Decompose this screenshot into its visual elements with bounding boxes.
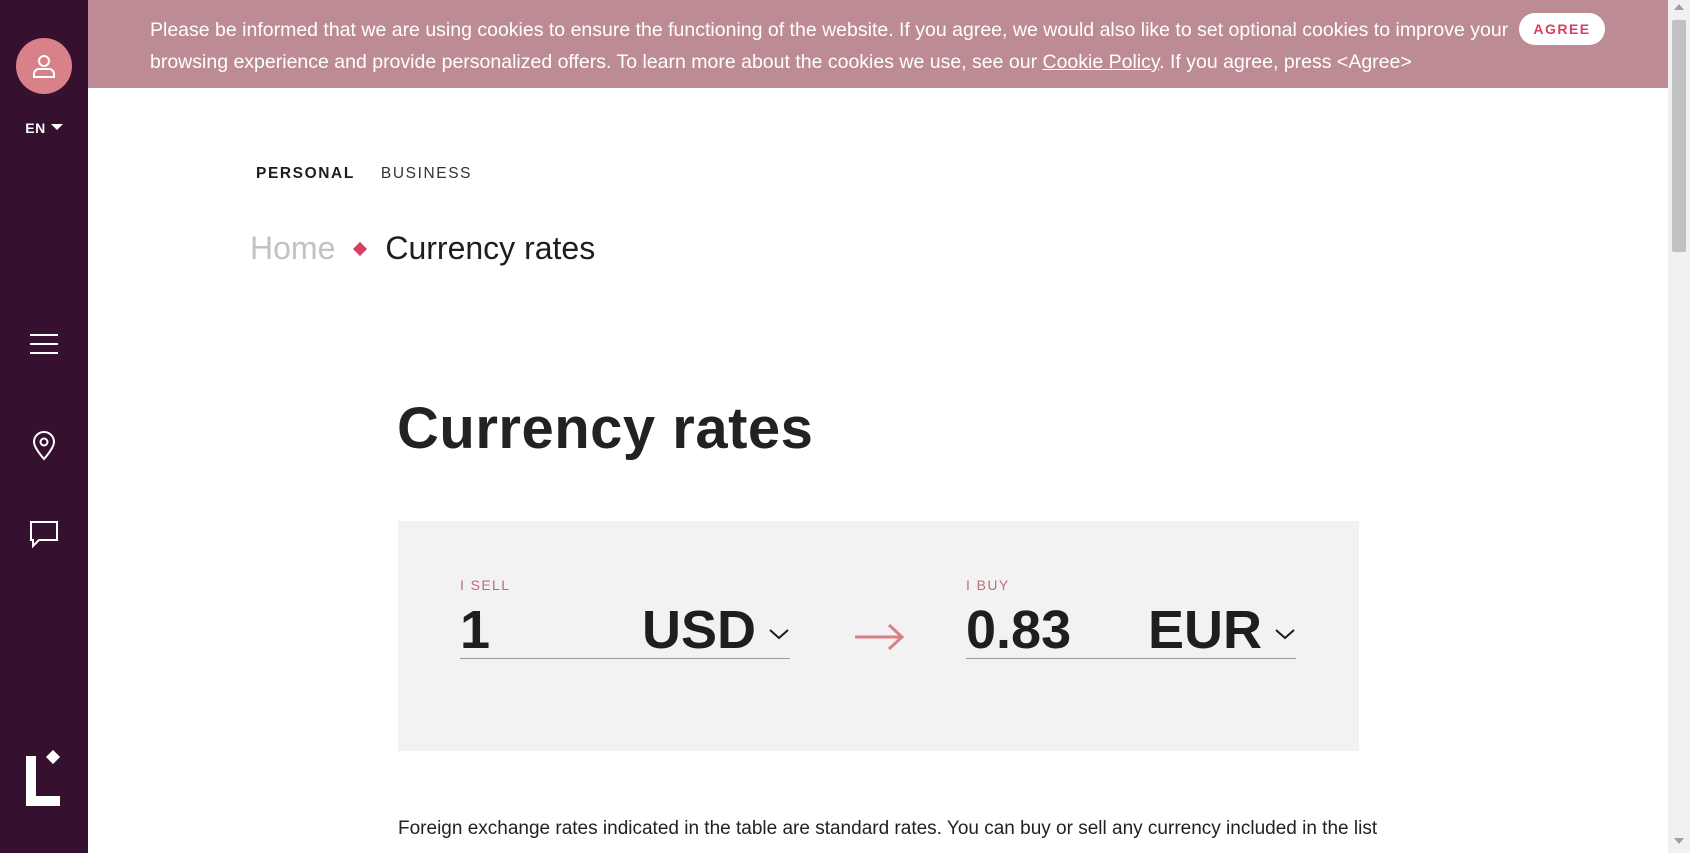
scrollbar-thumb[interactable] <box>1672 20 1686 252</box>
hamburger-menu-icon <box>30 334 58 354</box>
tab-personal[interactable]: PERSONAL <box>256 165 355 183</box>
sell-field: I SELL 1 USD <box>460 577 790 705</box>
chevron-down-icon[interactable] <box>768 627 790 641</box>
buy-row: 0.83 EUR <box>966 601 1296 659</box>
buy-currency-select[interactable]: EUR <box>1148 601 1262 659</box>
sell-currency-select[interactable]: USD <box>642 601 756 659</box>
sidebar: EN <box>0 0 88 853</box>
buy-field: I BUY 0.83 EUR <box>966 577 1296 705</box>
branches-button[interactable] <box>26 428 62 464</box>
location-pin-icon <box>32 431 56 461</box>
breadcrumb-separator-icon <box>353 241 368 256</box>
chevron-down-icon[interactable] <box>1274 627 1296 641</box>
cookie-banner: Please be informed that we are using coo… <box>88 0 1668 88</box>
scroll-down-arrow-icon[interactable] <box>1674 838 1684 844</box>
agree-button[interactable]: AGREE <box>1519 13 1605 45</box>
breadcrumb-current: Currency rates <box>385 230 596 266</box>
cookie-banner-text: Please be informed that we are using coo… <box>150 14 1550 78</box>
cookie-text-part2: . If you agree, press <Agree> <box>1159 51 1412 73</box>
chat-icon <box>30 521 58 548</box>
logo[interactable] <box>26 749 62 806</box>
sell-label: I SELL <box>460 577 511 593</box>
user-account-button[interactable] <box>16 38 72 94</box>
scrollbar[interactable] <box>1668 0 1690 853</box>
chat-button[interactable] <box>26 516 62 552</box>
sell-amount-input[interactable]: 1 <box>460 601 490 659</box>
rates-description: Foreign exchange rates indicated in the … <box>398 818 1378 839</box>
segment-tabs: PERSONAL BUSINESS <box>256 165 472 183</box>
breadcrumb: Home Currency rates <box>250 230 595 267</box>
buy-amount-input[interactable]: 0.83 <box>966 601 1071 659</box>
cookie-policy-link[interactable]: Cookie Policy <box>1042 51 1159 73</box>
tab-business[interactable]: BUSINESS <box>381 165 472 183</box>
language-label: EN <box>25 120 46 136</box>
sell-row: 1 USD <box>460 601 790 659</box>
buy-label: I BUY <box>966 577 1010 593</box>
brand-logo-icon <box>26 749 61 806</box>
arrow-right-icon <box>855 623 905 651</box>
user-icon <box>33 55 55 78</box>
currency-converter: I SELL 1 USD I BUY 0.83 EUR <box>398 521 1359 751</box>
page-title: Currency rates <box>397 396 814 461</box>
caret-down-icon <box>50 124 63 131</box>
breadcrumb-home-link[interactable]: Home <box>250 230 335 267</box>
menu-button[interactable] <box>26 326 62 362</box>
scroll-up-arrow-icon[interactable] <box>1674 4 1684 10</box>
language-selector[interactable]: EN <box>0 120 88 136</box>
